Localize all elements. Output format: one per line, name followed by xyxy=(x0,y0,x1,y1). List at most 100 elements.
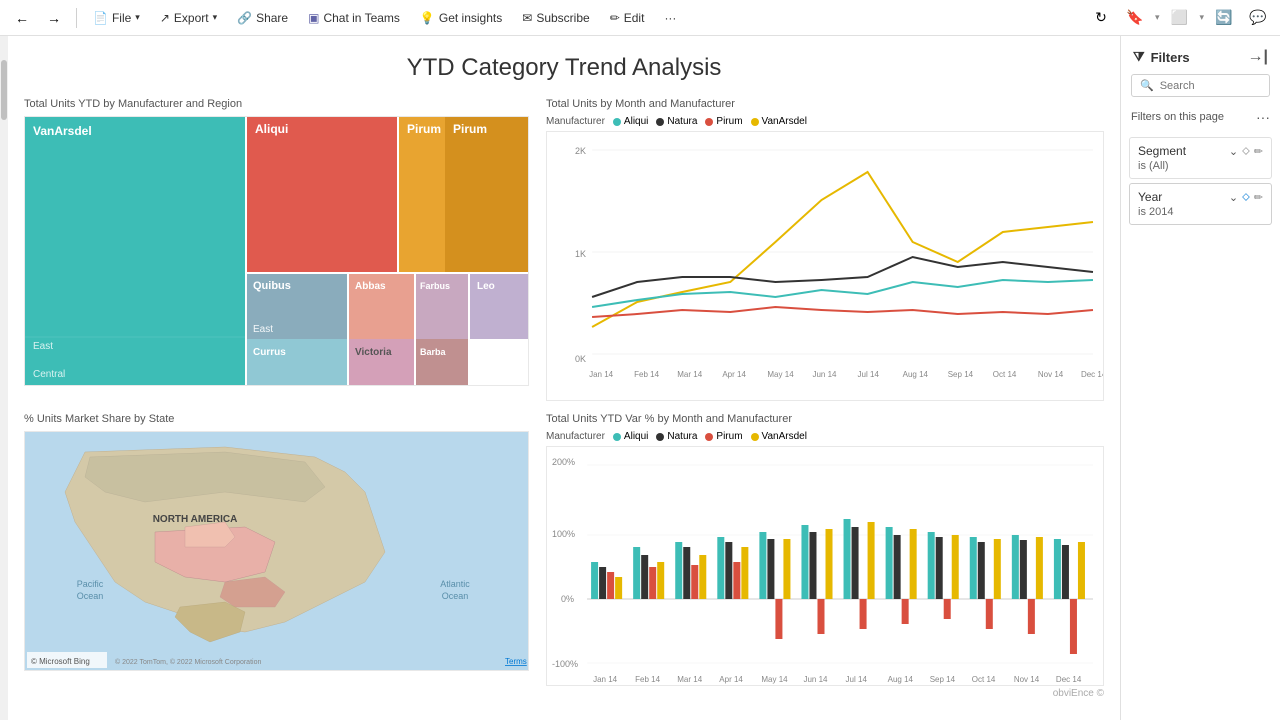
map-terms[interactable]: Terms xyxy=(505,657,527,666)
bar-jun-natura[interactable] xyxy=(809,532,816,599)
chat-in-teams-button[interactable]: ▣ Chat in Teams xyxy=(300,7,408,29)
bar-apr-natura[interactable] xyxy=(725,542,732,599)
bar-feb-aliqui[interactable] xyxy=(633,547,640,599)
bar-dec-pirum-neg[interactable] xyxy=(1070,599,1077,654)
bar-aug-aliqui[interactable] xyxy=(886,527,893,599)
bar-feb-pirum[interactable] xyxy=(649,567,656,599)
barchart-section: Total Units YTD Var % by Month and Manuf… xyxy=(546,413,1104,699)
view-mode-button[interactable]: ⬜ xyxy=(1165,4,1193,32)
bar-mar-pirum[interactable] xyxy=(691,565,698,599)
page-title: YTD Category Trend Analysis xyxy=(24,54,1104,82)
treemap-chart[interactable]: VanArsdel East Central West West Aliqui … xyxy=(24,116,529,386)
bar-apr-aliqui[interactable] xyxy=(717,537,724,599)
comment-button[interactable]: 💬 xyxy=(1244,4,1272,32)
segment-edit-icon[interactable]: ✏ xyxy=(1254,145,1263,158)
filter-card-segment[interactable]: Segment ⌄ ⬦ ✏ is (All) xyxy=(1129,137,1272,179)
teams-icon: ▣ xyxy=(308,11,319,25)
year-diamond-icon[interactable]: ⬦ xyxy=(1242,191,1250,204)
bar-oct-aliqui[interactable] xyxy=(970,537,977,599)
bar-jun-aliqui[interactable] xyxy=(801,525,808,599)
tm-aliqui[interactable] xyxy=(247,117,397,272)
bar-jan-vanarsdel[interactable] xyxy=(615,577,622,599)
bar-jun-pirum-neg[interactable] xyxy=(817,599,824,634)
atlantic-ocean-label2: Ocean xyxy=(442,591,469,601)
map-chart[interactable]: NORTH AMERICA Pacific Ocean Atlantic Oce… xyxy=(24,431,529,671)
map-section: % Units Market Share by State xyxy=(24,413,534,699)
svg-text:100%: 100% xyxy=(552,529,575,539)
bar-nov-vanarsdel[interactable] xyxy=(1036,537,1043,599)
bar-aug-pirum-neg[interactable] xyxy=(902,599,909,624)
segment-diamond-icon[interactable]: ⬦ xyxy=(1242,145,1250,158)
bar-jan-pirum[interactable] xyxy=(607,572,614,599)
nav-forward-button[interactable]: → xyxy=(40,4,68,32)
filters-on-page: Filters on this page ··· xyxy=(1121,105,1280,133)
bar-may-natura[interactable] xyxy=(767,539,774,599)
line-chart[interactable]: 2K 1K 0K xyxy=(546,131,1104,401)
bar-dec-vanarsdel[interactable] xyxy=(1078,542,1085,599)
bar-nov-aliqui[interactable] xyxy=(1012,535,1019,599)
filters-collapse-icon[interactable]: →| xyxy=(1248,48,1268,66)
bar-oct-vanarsdel[interactable] xyxy=(994,539,1001,599)
bar-jul-natura[interactable] xyxy=(852,527,859,599)
bar-mar-natura[interactable] xyxy=(683,547,690,599)
filter-search-input[interactable] xyxy=(1160,80,1261,92)
subscribe-button[interactable]: ✉ Subscribe xyxy=(514,7,597,29)
get-insights-button[interactable]: 💡 Get insights xyxy=(412,7,510,29)
bar-nov-pirum-neg[interactable] xyxy=(1028,599,1035,634)
scroll-track[interactable] xyxy=(0,36,8,720)
bar-jan-aliqui[interactable] xyxy=(591,562,598,599)
bar-jul-aliqui[interactable] xyxy=(844,519,851,599)
bar-apr-vanarsdel[interactable] xyxy=(741,547,748,599)
bar-dec-aliqui[interactable] xyxy=(1054,539,1061,599)
filters-more-options[interactable]: ··· xyxy=(1256,109,1270,125)
nav-back-button[interactable]: ← xyxy=(8,4,36,32)
filters-header: ⧩ Filters →| xyxy=(1121,36,1280,74)
edit-button[interactable]: ✏ Edit xyxy=(602,7,653,29)
bar-may-vanarsdel[interactable] xyxy=(783,539,790,599)
bar-mar-vanarsdel[interactable] xyxy=(699,555,706,599)
view-chevron: ▾ xyxy=(1199,12,1204,23)
tm-vanarsdel[interactable] xyxy=(25,117,245,386)
svg-text:Mar 14: Mar 14 xyxy=(677,675,702,684)
tm-pirum-sub[interactable] xyxy=(445,117,529,272)
file-button[interactable]: 📄 File ▾ xyxy=(85,7,148,29)
year-edit-icon[interactable]: ✏ xyxy=(1254,191,1263,204)
reset-button[interactable]: 🔄 xyxy=(1210,4,1238,32)
north-america-label: NORTH AMERICA xyxy=(153,514,238,525)
bar-apr-pirum[interactable] xyxy=(733,562,740,599)
scroll-thumb[interactable] xyxy=(1,60,7,120)
bar-oct-pirum-neg[interactable] xyxy=(986,599,993,629)
bar-oct-natura[interactable] xyxy=(978,542,985,599)
bar-sep-aliqui[interactable] xyxy=(928,532,935,599)
bar-may-aliqui[interactable] xyxy=(759,532,766,599)
more-button[interactable]: ··· xyxy=(656,7,684,29)
bar-mar-aliqui[interactable] xyxy=(675,542,682,599)
bar-sep-vanarsdel[interactable] xyxy=(952,535,959,599)
year-chevron-icon[interactable]: ⌄ xyxy=(1229,191,1238,204)
bar-sep-pirum-neg[interactable] xyxy=(944,599,951,619)
svg-text:Feb 14: Feb 14 xyxy=(635,675,660,684)
tm-victoria-label: Victoria xyxy=(355,347,392,358)
bar-jul-pirum-neg[interactable] xyxy=(860,599,867,629)
filter-search-box[interactable]: 🔍 xyxy=(1131,74,1270,97)
bar-aug-natura[interactable] xyxy=(894,535,901,599)
bar-sep-natura[interactable] xyxy=(936,537,943,599)
bar-feb-natura[interactable] xyxy=(641,555,648,599)
bar-jan-natura[interactable] xyxy=(599,567,606,599)
tm-currus-label: Currus xyxy=(253,347,286,358)
bar-nov-natura[interactable] xyxy=(1020,540,1027,599)
bar-jul-vanarsdel[interactable] xyxy=(868,522,875,599)
export-button[interactable]: ↗ Export ▾ xyxy=(152,7,225,29)
segment-chevron-icon[interactable]: ⌄ xyxy=(1229,145,1238,158)
filter-funnel-icon: ⧩ xyxy=(1133,49,1145,65)
share-button[interactable]: 🔗 Share xyxy=(229,7,296,29)
bar-dec-natura[interactable] xyxy=(1062,545,1069,599)
bookmark-button[interactable]: 🔖 xyxy=(1121,4,1149,32)
refresh-button[interactable]: ↻ xyxy=(1087,4,1115,32)
bar-chart[interactable]: 200% 100% 0% -100% xyxy=(546,446,1104,686)
filter-card-year[interactable]: Year ⌄ ⬦ ✏ is 2014 xyxy=(1129,183,1272,225)
bar-aug-vanarsdel[interactable] xyxy=(910,529,917,599)
bar-feb-vanarsdel[interactable] xyxy=(657,562,664,599)
bar-may-pirum-neg[interactable] xyxy=(775,599,782,639)
bar-jun-vanarsdel[interactable] xyxy=(826,529,833,599)
